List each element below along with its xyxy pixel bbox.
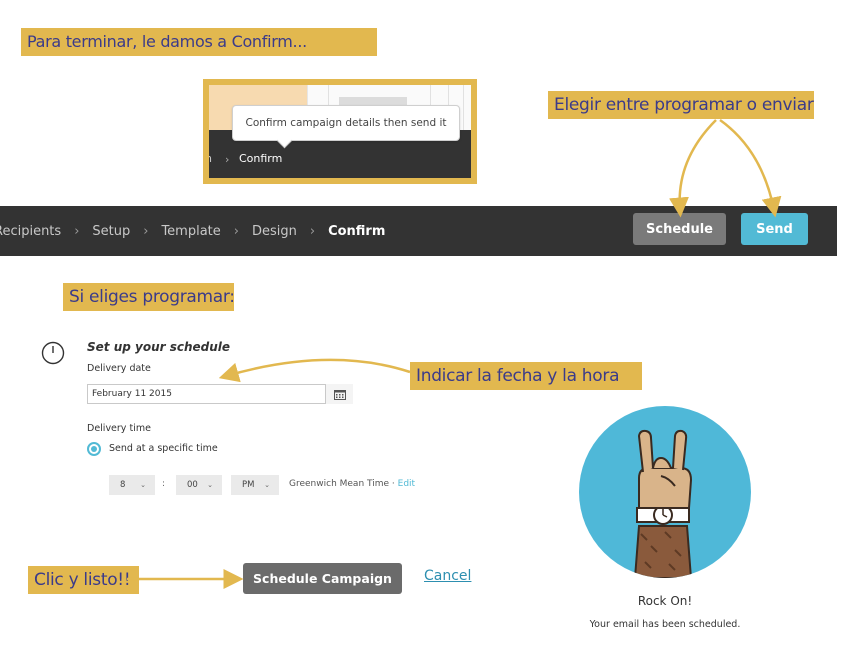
arrow-to-send [719,118,782,218]
arrow-to-date [218,358,411,383]
arrow-to-schedule [669,119,717,218]
annotation-arrows [127,118,782,589]
